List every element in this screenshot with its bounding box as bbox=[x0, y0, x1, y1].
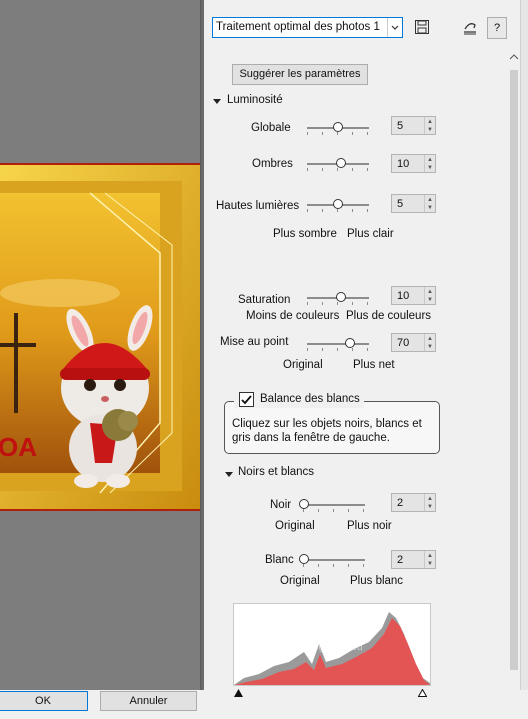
white-slider[interactable] bbox=[299, 554, 365, 567]
saturation-slider[interactable] bbox=[307, 292, 369, 305]
watermark-name: Pinuccia bbox=[268, 626, 316, 639]
expand-icon[interactable] bbox=[212, 96, 222, 109]
shadows-label: Ombres bbox=[252, 158, 293, 170]
chevron-down-icon[interactable] bbox=[387, 18, 402, 37]
saturation-label: Saturation bbox=[238, 294, 291, 306]
white-caption-right: Plus blanc bbox=[350, 575, 404, 587]
white-balance-title[interactable]: Balance des blancs bbox=[260, 393, 360, 405]
luminosity-caption-right: Plus clair bbox=[347, 228, 394, 240]
saturation-caption-left: Moins de couleurs bbox=[246, 310, 340, 322]
highlights-spinbox[interactable]: 5 ▲ ▼ bbox=[391, 194, 436, 213]
luminosity-caption-left: Plus sombre bbox=[273, 228, 337, 240]
black-slider[interactable] bbox=[299, 499, 365, 512]
save-icon[interactable] bbox=[414, 19, 432, 39]
photo-illustration: OA bbox=[0, 163, 200, 511]
photo-text: OA bbox=[0, 432, 37, 462]
scroll-up-icon[interactable] bbox=[509, 52, 519, 64]
black-spinbox[interactable]: 2 ▲ ▼ bbox=[391, 493, 436, 512]
checkmark-icon bbox=[241, 395, 252, 405]
watermark-url: www.maldiregrafica.eu bbox=[262, 642, 363, 653]
scroll-thumb[interactable] bbox=[510, 70, 518, 670]
white-spinbox[interactable]: 2 ▲ ▼ bbox=[391, 550, 436, 569]
black-caption-left: Original bbox=[275, 520, 315, 532]
watermark: Pinuccia www.maldiregrafica.eu bbox=[236, 604, 363, 664]
ok-button[interactable]: OK bbox=[0, 691, 88, 711]
black-white-section-title[interactable]: Noirs et blancs bbox=[238, 466, 314, 478]
saturation-spinbox[interactable]: 10 ▲ ▼ bbox=[391, 286, 436, 305]
preset-value: Traitement optimal des photos 1 bbox=[216, 21, 380, 33]
preview-image[interactable]: OA bbox=[0, 163, 200, 511]
highlights-slider[interactable] bbox=[307, 199, 369, 212]
focus-caption-right: Plus net bbox=[353, 359, 395, 371]
luminosity-section-title[interactable]: Luminosité bbox=[227, 94, 283, 106]
focus-spinbox[interactable]: 70 ▲ ▼ bbox=[391, 333, 436, 352]
black-label: Noir bbox=[270, 499, 292, 511]
cancel-button[interactable]: Annuler bbox=[100, 691, 197, 711]
white-point-marker-icon[interactable] bbox=[417, 688, 428, 700]
global-spinbox[interactable]: 5 ▲ ▼ bbox=[391, 116, 436, 135]
white-balance-help: Cliquez sur les objets noirs, blancs et … bbox=[232, 418, 422, 444]
shadows-spinbox[interactable]: 10 ▲ ▼ bbox=[391, 154, 436, 173]
black-point-marker-icon[interactable] bbox=[234, 688, 243, 700]
reset-icon[interactable] bbox=[461, 19, 479, 39]
white-label: Blanc bbox=[265, 554, 294, 566]
highlights-label: Hautes lumières bbox=[216, 200, 300, 212]
focus-slider[interactable] bbox=[307, 338, 369, 351]
shadows-slider[interactable] bbox=[307, 158, 369, 171]
focus-label: Mise au point bbox=[220, 336, 289, 348]
black-caption-right: Plus noir bbox=[347, 520, 392, 532]
outer-scrollbar[interactable] bbox=[520, 0, 528, 690]
global-label: Globale bbox=[251, 122, 291, 134]
global-slider[interactable] bbox=[307, 122, 369, 135]
preset-select[interactable]: Traitement optimal des photos 1 bbox=[212, 17, 403, 38]
focus-caption-left: Original bbox=[283, 359, 323, 371]
white-caption-left: Original bbox=[280, 575, 320, 587]
white-balance-checkbox[interactable] bbox=[239, 392, 254, 407]
expand-icon[interactable] bbox=[224, 469, 234, 482]
saturation-caption-right: Plus de couleurs bbox=[346, 310, 432, 322]
help-button[interactable]: ? bbox=[487, 17, 507, 39]
suggest-settings-button[interactable]: Suggérer les paramètres bbox=[232, 64, 368, 85]
